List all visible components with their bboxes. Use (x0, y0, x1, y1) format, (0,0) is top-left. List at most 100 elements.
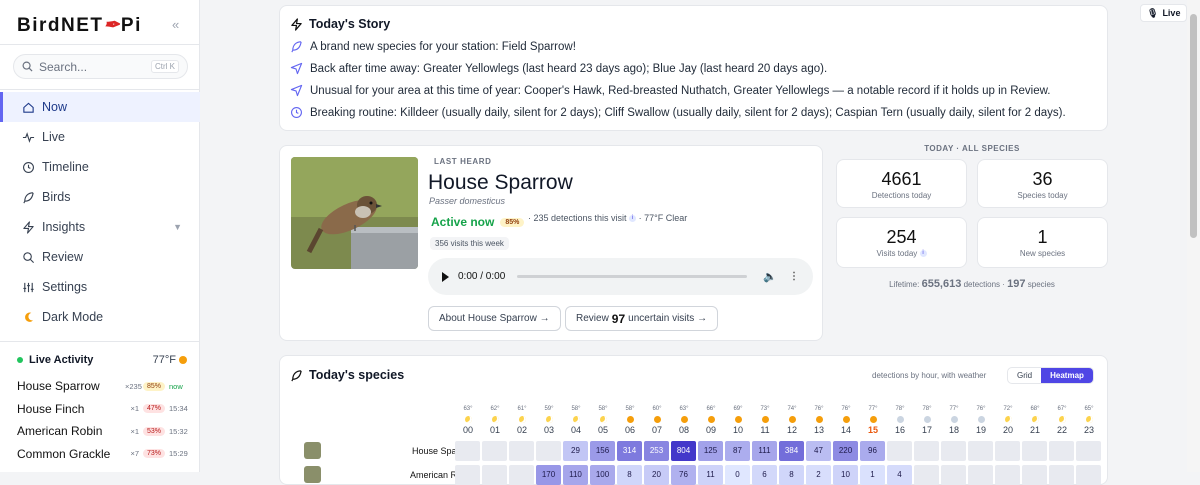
collapse-sidebar-button[interactable]: « (172, 17, 179, 32)
sidebar-item-review[interactable]: Review (0, 242, 200, 272)
live-activity-item[interactable]: American Robin ×1 53% 15:32 (17, 420, 189, 443)
last-heard-species[interactable]: House Sparrow (428, 171, 573, 195)
heatmap-cell[interactable] (509, 441, 534, 461)
new-species-stat[interactable]: 1 New species (977, 217, 1108, 268)
heatmap-tab[interactable]: Heatmap (1041, 368, 1093, 383)
heatmap-cell[interactable]: 2 (806, 465, 831, 485)
live-activity-item[interactable]: House Finch ×1 47% 15:34 (17, 398, 189, 421)
heatmap-cell[interactable] (482, 465, 507, 485)
species-today-stat[interactable]: 36 Species today (977, 159, 1108, 208)
heatmap-cell[interactable] (455, 441, 480, 461)
info-icon[interactable]: i (629, 215, 637, 223)
heatmap-cell[interactable]: 8 (779, 465, 804, 485)
seek-bar[interactable] (517, 275, 748, 278)
hour-label: 00 (462, 425, 473, 435)
confidence-badge: 73% (143, 449, 165, 459)
heatmap-cell[interactable] (887, 441, 912, 461)
heatmap-cell[interactable]: 220 (833, 441, 858, 461)
heatmap-cell[interactable] (1022, 465, 1047, 485)
heatmap-cell[interactable]: 804 (671, 441, 696, 461)
heatmap-cell[interactable]: 87 (725, 441, 750, 461)
heatmap-cell[interactable] (536, 441, 561, 461)
heatmap-cell[interactable]: 170 (536, 465, 561, 485)
chevron-down-icon[interactable]: ▼ (173, 222, 182, 232)
heatmap-cell[interactable] (509, 465, 534, 485)
mic-icon: 🎙 (1147, 7, 1159, 18)
heatmap-cell[interactable] (1049, 465, 1074, 485)
detections-today-stat[interactable]: 4661 Detections today (836, 159, 967, 208)
heatmap-cell[interactable]: 4 (887, 465, 912, 485)
pulse-icon (22, 131, 35, 143)
heatmap-row[interactable]: American Robin 170 110 100 8 20 76 11 0 6 8 2 10 1 4 (304, 465, 1104, 485)
page-scrollbar[interactable] (1187, 0, 1200, 472)
heatmap-cell[interactable]: 6 (752, 465, 777, 485)
heatmap-cell[interactable]: 11 (698, 465, 723, 485)
heatmap-cell[interactable]: 125 (698, 441, 723, 461)
heatmap-cell[interactable]: 96 (860, 441, 885, 461)
bird-photo[interactable] (291, 157, 418, 269)
heatmap-cell[interactable]: 76 (671, 465, 696, 485)
detection-count: ×7 (130, 449, 139, 459)
heatmap-cell[interactable]: 47 (806, 441, 831, 461)
more-options-icon[interactable]: ⋮ (789, 271, 799, 282)
sidebar-item-live[interactable]: Live (0, 122, 200, 152)
heatmap-cell[interactable]: 314 (617, 441, 642, 461)
send-icon (290, 62, 303, 75)
heatmap-cell[interactable] (455, 465, 480, 485)
heatmap-cell[interactable] (1076, 441, 1101, 461)
heatmap-row[interactable]: House Sparrow 29 156 314 253 804 125 87 111 384 47… (304, 441, 1104, 461)
audio-player[interactable]: 0:00 / 0:00 🔈 ⋮ (428, 258, 813, 295)
heatmap-cell[interactable]: 20 (644, 465, 669, 485)
grid-tab[interactable]: Grid (1008, 368, 1041, 383)
search-input[interactable]: Search... Ctrl K (13, 54, 188, 79)
heatmap-cell[interactable] (941, 465, 966, 485)
live-activity-item[interactable]: Common Grackle ×7 73% 15:29 (17, 443, 189, 466)
sidebar-item-settings[interactable]: Settings (0, 272, 200, 302)
sidebar-item-birds[interactable]: Birds (0, 182, 200, 212)
sun-icon (734, 416, 742, 423)
zap-icon (291, 17, 302, 31)
heatmap-cell[interactable]: 111 (752, 441, 777, 461)
live-activity-item[interactable]: House Sparrow ×235 85% now (17, 375, 189, 398)
info-icon[interactable]: i (919, 250, 927, 258)
heatmap-cell[interactable] (1022, 441, 1047, 461)
heatmap-cell[interactable]: 10 (833, 465, 858, 485)
heatmap-cell[interactable]: 253 (644, 441, 669, 461)
heatmap-cell[interactable]: 156 (590, 441, 615, 461)
heatmap-cell[interactable]: 100 (590, 465, 615, 485)
app-logo[interactable]: BirdNET✒Pi (17, 14, 142, 37)
play-icon[interactable] (442, 271, 449, 282)
scrollbar-thumb[interactable] (1190, 14, 1197, 238)
heatmap-cell[interactable] (482, 441, 507, 461)
heatmap-cell[interactable]: 384 (779, 441, 804, 461)
heatmap-cell[interactable]: 110 (563, 465, 588, 485)
heatmap-cell[interactable]: 29 (563, 441, 588, 461)
heatmap-cell[interactable] (995, 465, 1020, 485)
heatmap-cell[interactable] (1049, 441, 1074, 461)
about-species-button[interactable]: About House Sparrow → (428, 306, 561, 331)
heatmap-cell[interactable] (914, 465, 939, 485)
hour-label: 04 (570, 425, 581, 435)
hour-column-header: 68° 21 (1022, 406, 1048, 435)
heatmap-cell[interactable]: 0 (725, 465, 750, 485)
heatmap-cell[interactable] (914, 441, 939, 461)
volume-icon[interactable]: 🔈 (763, 270, 777, 283)
visits-today-stat[interactable]: 254 Visits today i (836, 217, 967, 268)
heatmap-cell[interactable] (1076, 465, 1101, 485)
heatmap-cell[interactable] (968, 441, 993, 461)
sidebar-item-insights[interactable]: Insights ▼ (0, 212, 200, 242)
sidebar-item-now[interactable]: Now (0, 92, 200, 122)
sidebar-item-dark-mode[interactable]: Dark Mode (0, 302, 200, 332)
heatmap-cell[interactable] (995, 441, 1020, 461)
live-dot (17, 357, 23, 363)
hour-label: 19 (975, 425, 986, 435)
heatmap-cell[interactable]: 8 (617, 465, 642, 485)
heatmap-cell[interactable]: 1 (860, 465, 885, 485)
hour-temp: 58° (625, 406, 635, 412)
sidebar-item-timeline[interactable]: Timeline (0, 152, 200, 182)
live-indicator[interactable]: 🎙 Live (1140, 4, 1188, 22)
hour-temp: 76° (976, 406, 986, 412)
review-uncertain-button[interactable]: Review 97 uncertain visits → (565, 306, 719, 331)
heatmap-cell[interactable] (968, 465, 993, 485)
heatmap-cell[interactable] (941, 441, 966, 461)
